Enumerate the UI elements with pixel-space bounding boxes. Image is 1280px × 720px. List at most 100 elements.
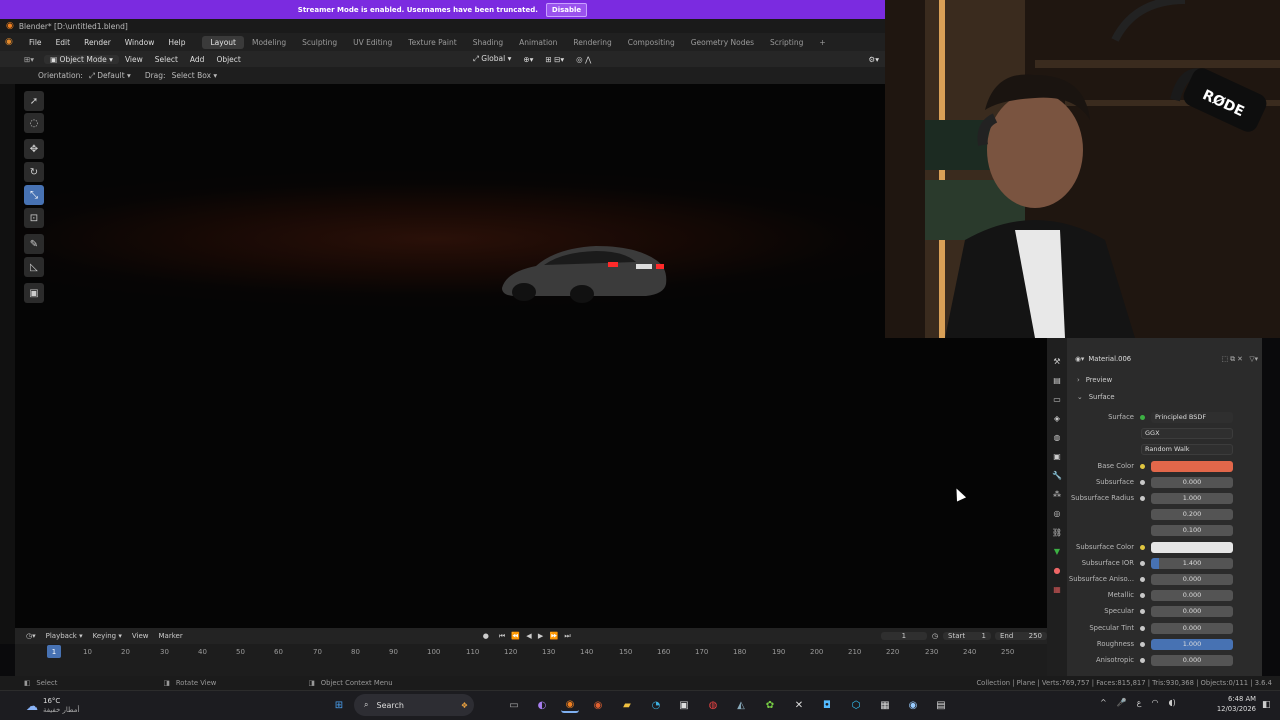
mode-selector[interactable]: ▣ Object Mode ▾ — [44, 54, 119, 64]
timeline-marker-menu[interactable]: Marker — [154, 632, 188, 640]
car-model[interactable] — [496, 238, 672, 308]
wifi-icon[interactable]: ◠ — [1151, 698, 1158, 712]
file-explorer-icon[interactable]: ▰ — [618, 697, 636, 713]
output-tab-icon[interactable]: ▭ — [1047, 390, 1067, 409]
taskbar-search[interactable]: ⌕ Search ❖ — [354, 694, 474, 716]
menu-window[interactable]: Window — [118, 38, 162, 47]
socket-dot-icon[interactable] — [1140, 608, 1145, 614]
add-workspace-button[interactable]: + — [811, 36, 833, 49]
number-field[interactable]: 0.200 — [1151, 508, 1233, 520]
app3-icon[interactable]: ⬡ — [847, 697, 865, 713]
object-tab-icon[interactable]: ▣ — [1047, 447, 1067, 466]
notification-icon[interactable]: ◧ — [1262, 700, 1272, 712]
menu-edit[interactable]: Edit — [49, 38, 78, 47]
menu-help[interactable]: Help — [161, 38, 192, 47]
playback-controls[interactable]: ⏮ ⏪ ◀ ▶ ⏩ ⏭ — [494, 632, 578, 641]
number-field[interactable]: 0.000 — [1151, 605, 1233, 617]
drag-dropdown[interactable]: Select Box ▾ — [172, 71, 218, 80]
system-tray[interactable]: ^ 🎤 ع ◠ ◖) — [1100, 698, 1200, 712]
color-swatch[interactable] — [1151, 541, 1233, 553]
start-frame-field[interactable]: Start 1 — [943, 632, 991, 640]
socket-dot-icon[interactable] — [1140, 479, 1145, 485]
menu-render[interactable]: Render — [77, 38, 118, 47]
timeline-playhead[interactable]: 1 — [47, 645, 61, 658]
data-tab-icon[interactable]: ▼ — [1047, 542, 1067, 561]
menu-object[interactable]: Object — [210, 55, 246, 64]
physics-tab-icon[interactable]: ◎ — [1047, 504, 1067, 523]
app4-icon[interactable]: ▦ — [876, 697, 894, 713]
cursor-tool[interactable]: ◌ — [24, 113, 44, 133]
edge-icon[interactable]: ◔ — [647, 697, 665, 713]
clock-icon[interactable]: ◷ — [927, 632, 943, 640]
move-tool[interactable]: ✥ — [24, 139, 44, 159]
socket-dot-icon[interactable] — [1140, 592, 1145, 598]
proportional-icon[interactable]: ◎ ⋀ — [570, 55, 597, 64]
tab-rendering[interactable]: Rendering — [565, 36, 619, 49]
socket-dot-icon[interactable] — [1140, 544, 1145, 550]
tab-shading[interactable]: Shading — [465, 36, 511, 49]
number-field[interactable]: 1.400 — [1151, 557, 1233, 569]
scale-tool[interactable]: ⤡ — [24, 185, 44, 205]
number-field[interactable]: 0.000 — [1151, 589, 1233, 601]
shader-node-field[interactable]: Principled BSDF — [1151, 411, 1233, 423]
language-icon[interactable]: ع — [1137, 698, 1142, 712]
property-dropdown[interactable]: GGX — [1141, 427, 1233, 439]
tab-animation[interactable]: Animation — [511, 36, 565, 49]
tab-compositing[interactable]: Compositing — [620, 36, 683, 49]
measure-tool[interactable]: ◺ — [24, 257, 44, 277]
annotate-tool[interactable]: ✎ — [24, 234, 44, 254]
tab-geometry-nodes[interactable]: Geometry Nodes — [683, 36, 762, 49]
socket-dot-icon[interactable] — [1140, 560, 1145, 566]
tab-uv-editing[interactable]: UV Editing — [345, 36, 400, 49]
app-icon[interactable]: ✿ — [761, 697, 779, 713]
constraints-tab-icon[interactable]: ⛓ — [1047, 523, 1067, 542]
material-actions-icon[interactable]: ⬚ ⧉ ✕ ▽▾ — [1222, 355, 1258, 364]
number-field[interactable]: 0.100 — [1151, 524, 1233, 536]
timeline-keying-menu[interactable]: Keying ▾ — [88, 632, 127, 640]
material-tab-icon[interactable]: ● — [1047, 561, 1067, 580]
scene-tab-icon[interactable]: ◈ — [1047, 409, 1067, 428]
tab-texture-paint[interactable]: Texture Paint — [400, 36, 464, 49]
editor-type-icon[interactable]: ⊞▾ — [18, 55, 40, 64]
tab-layout[interactable]: Layout — [202, 35, 244, 49]
number-field[interactable]: 0.000 — [1151, 573, 1233, 585]
menu-file[interactable]: File — [22, 38, 49, 47]
current-frame-field[interactable]: 1 — [880, 632, 927, 640]
socket-dot-icon[interactable] — [1140, 576, 1145, 582]
capcut-icon[interactable]: ✕ — [790, 697, 808, 713]
orientation-dropdown[interactable]: ⤢ Default ▾ — [89, 71, 131, 81]
blender-menu-icon[interactable]: ◉ — [5, 37, 19, 49]
socket-dot-icon[interactable] — [1140, 463, 1145, 469]
mic-icon[interactable]: 🎤 — [1117, 698, 1127, 712]
app5-icon[interactable]: ◉ — [904, 697, 922, 713]
rotate-tool[interactable]: ↻ — [24, 162, 44, 182]
surface-panel-header[interactable]: ⌄ Surface — [1067, 389, 1262, 405]
world-tab-icon[interactable]: ◍ — [1047, 428, 1067, 447]
transform-tool[interactable]: ⊡ — [24, 208, 44, 228]
app2-icon[interactable]: ◘ — [818, 697, 836, 713]
discord-icon[interactable]: ◐ — [533, 697, 551, 713]
menu-add[interactable]: Add — [184, 55, 211, 64]
material-name[interactable]: Material.006 — [1088, 355, 1131, 363]
number-field[interactable]: 1.000 — [1151, 638, 1233, 650]
texture-tab-icon[interactable]: ▦ — [1047, 580, 1067, 599]
socket-dot-icon[interactable] — [1140, 641, 1145, 647]
menu-select[interactable]: Select — [149, 55, 184, 64]
render-tab-icon[interactable]: ▤ — [1047, 371, 1067, 390]
number-field[interactable]: 0.000 — [1151, 476, 1233, 488]
timeline-editor-icon[interactable]: ◷▾ — [21, 632, 41, 640]
transform-orientation[interactable]: ⤢ Global ▾ — [467, 54, 517, 64]
pivot-icon[interactable]: ⊕▾ — [517, 55, 539, 64]
end-frame-field[interactable]: End 250 — [995, 632, 1047, 640]
preview-panel-header[interactable]: › Preview — [1067, 372, 1262, 388]
timeline-view-menu[interactable]: View — [127, 632, 154, 640]
color-swatch[interactable] — [1151, 460, 1233, 472]
tab-scripting[interactable]: Scripting — [762, 36, 811, 49]
property-dropdown[interactable]: Random Walk — [1141, 443, 1233, 455]
3d-viewport[interactable] — [15, 84, 885, 628]
number-field[interactable]: 0.000 — [1151, 654, 1233, 666]
3d-viewport-lower-right[interactable] — [885, 338, 1047, 628]
gizmo-icon[interactable]: ⚙▾ — [863, 55, 886, 64]
snap-icon[interactable]: ⊞ ⊟▾ — [539, 55, 570, 64]
volume-icon[interactable]: ◖) — [1168, 698, 1175, 712]
